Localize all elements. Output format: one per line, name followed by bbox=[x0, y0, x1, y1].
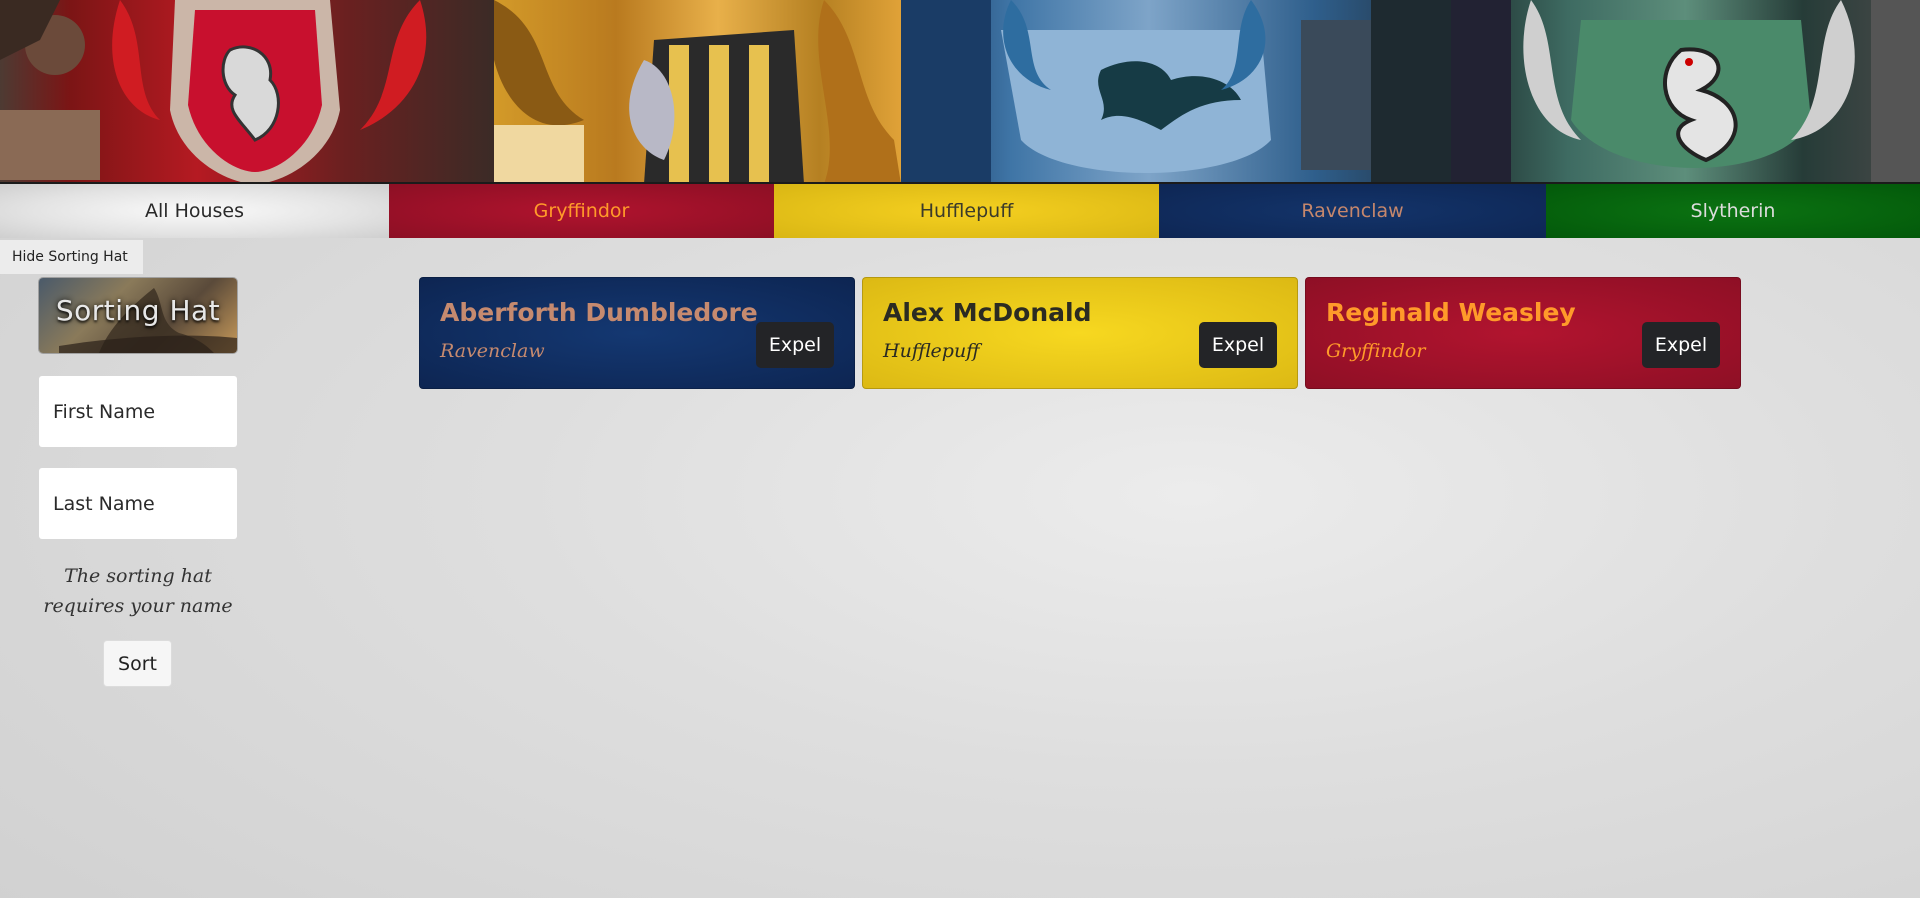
student-card: Aberforth Dumbledore Ravenclaw Expel bbox=[419, 277, 855, 389]
sorting-hat-message: The sorting hat requires your name bbox=[43, 565, 233, 617]
expel-button[interactable]: Expel bbox=[1642, 322, 1720, 368]
tab-gryffindor[interactable]: Gryffindor bbox=[389, 184, 774, 238]
student-name: Reginald Weasley bbox=[1326, 298, 1576, 327]
house-crests-banner bbox=[0, 0, 1920, 184]
student-name: Aberforth Dumbledore bbox=[440, 298, 758, 327]
student-name: Alex McDonald bbox=[883, 298, 1092, 327]
hide-sorting-hat-button[interactable]: Hide Sorting Hat bbox=[0, 240, 143, 274]
sorting-hat-title: Sorting Hat bbox=[55, 294, 221, 327]
hufflepuff-crest-icon bbox=[494, 0, 901, 182]
student-card-list: Aberforth Dumbledore Ravenclaw Expel Ale… bbox=[419, 277, 1741, 389]
student-house: Hufflepuff bbox=[883, 340, 980, 362]
ravenclaw-crest-icon bbox=[901, 0, 1451, 182]
student-card: Alex McDonald Hufflepuff Expel bbox=[862, 277, 1298, 389]
tab-all-houses[interactable]: All Houses bbox=[0, 184, 389, 238]
student-card: Reginald Weasley Gryffindor Expel bbox=[1305, 277, 1741, 389]
tab-ravenclaw[interactable]: Ravenclaw bbox=[1159, 184, 1546, 238]
tab-slytherin[interactable]: Slytherin bbox=[1546, 184, 1920, 238]
sort-button[interactable]: Sort bbox=[103, 640, 172, 687]
student-house: Ravenclaw bbox=[440, 340, 545, 362]
gryffindor-crest-icon bbox=[0, 0, 494, 182]
expel-button[interactable]: Expel bbox=[1199, 322, 1277, 368]
sorting-hat-image: Sorting Hat bbox=[39, 278, 237, 353]
house-filter-nav: All Houses Gryffindor Hufflepuff Ravencl… bbox=[0, 184, 1920, 238]
student-house: Gryffindor bbox=[1326, 340, 1426, 362]
expel-button[interactable]: Expel bbox=[756, 322, 834, 368]
tab-hufflepuff[interactable]: Hufflepuff bbox=[774, 184, 1159, 238]
slytherin-crest-icon bbox=[1451, 0, 1920, 182]
first-name-input[interactable] bbox=[39, 376, 237, 447]
last-name-input[interactable] bbox=[39, 468, 237, 539]
